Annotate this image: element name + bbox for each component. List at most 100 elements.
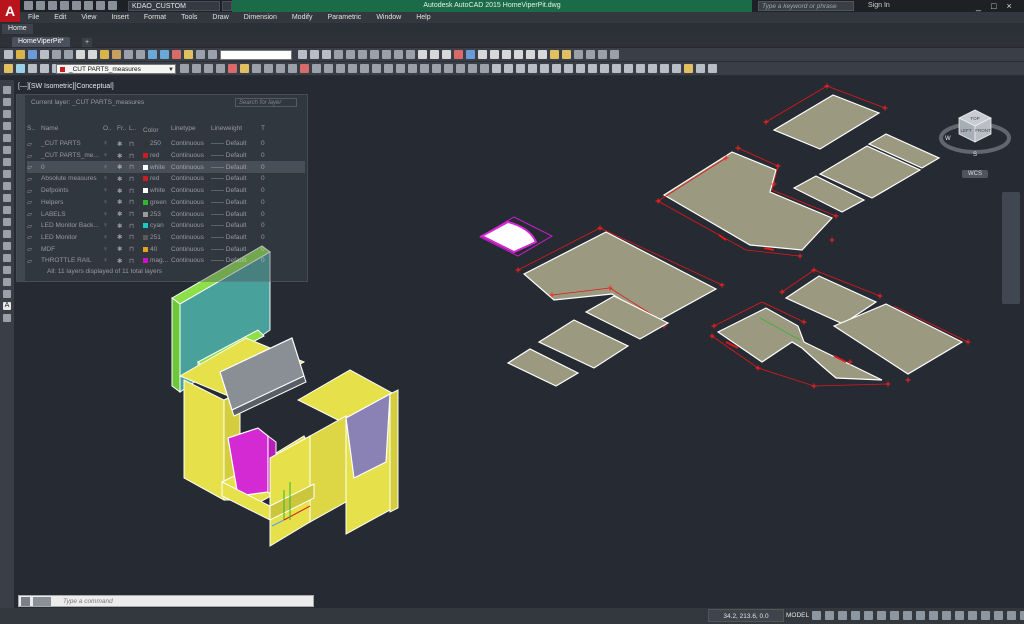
save-icon[interactable]: [48, 1, 57, 10]
cut-panel-l-shape-top[interactable]: [655, 145, 839, 259]
layer-linetype[interactable]: Continuous: [171, 246, 211, 253]
dim-linear-icon[interactable]: [492, 64, 501, 73]
layer-name[interactable]: _CUT PARTS: [41, 140, 103, 147]
dim-arc-icon[interactable]: [516, 64, 525, 73]
inspect-icon[interactable]: [672, 64, 681, 73]
layer-linetype[interactable]: Continuous: [171, 152, 211, 159]
dim-radius-icon[interactable]: [540, 64, 549, 73]
menu-insert[interactable]: Insert: [103, 12, 136, 23]
layer-status-icon[interactable]: ▱: [27, 210, 41, 218]
dim-continue-icon[interactable]: [612, 64, 621, 73]
properties-icon[interactable]: [172, 50, 181, 59]
save-as-icon[interactable]: [60, 1, 69, 10]
layer-linetype[interactable]: Continuous: [171, 140, 211, 147]
viewcube-top-label[interactable]: TOP: [970, 116, 979, 121]
pencil-icon[interactable]: [240, 64, 249, 73]
col-on[interactable]: O..: [103, 125, 117, 135]
layer-color[interactable]: red: [143, 175, 171, 182]
new-tab-button[interactable]: +: [82, 38, 92, 47]
new-icon[interactable]: [4, 50, 13, 59]
viewport-controls-label[interactable]: [—][SW Isometric][Conceptual]: [18, 83, 114, 90]
layer-lineweight[interactable]: —— Default: [211, 234, 261, 241]
layer-unisolate-icon[interactable]: [216, 64, 225, 73]
layer-status-icon[interactable]: ▱: [27, 175, 41, 183]
lock-icon[interactable]: ⊓: [129, 198, 143, 206]
layer-name[interactable]: THROTTLE RAIL: [41, 257, 103, 264]
layer-name[interactable]: Helpers: [41, 199, 103, 206]
mirror-icon[interactable]: [324, 64, 333, 73]
minimize-button[interactable]: _: [976, 0, 981, 12]
layer-status-icon[interactable]: ▱: [27, 257, 41, 265]
layer-color[interactable]: 40: [143, 246, 171, 253]
table-icon[interactable]: [3, 290, 11, 298]
layer-status-icon[interactable]: ▱: [27, 245, 41, 253]
spline-icon[interactable]: [3, 182, 11, 190]
move-icon[interactable]: [360, 64, 369, 73]
layer-status-icon[interactable]: ▱: [27, 198, 41, 206]
layer-color[interactable]: cyan: [143, 222, 171, 229]
model-space-button[interactable]: MODEL: [786, 610, 809, 622]
layer-color[interactable]: 251: [143, 234, 171, 241]
design-center-icon[interactable]: [184, 50, 193, 59]
layer-linetype[interactable]: Continuous: [171, 257, 211, 264]
quick-dim-icon[interactable]: [588, 64, 597, 73]
layer-status-icon[interactable]: ▱: [27, 187, 41, 195]
light-icon[interactable]: [550, 50, 559, 59]
ortho-icon[interactable]: [838, 611, 847, 620]
ucs-object-icon[interactable]: [370, 50, 379, 59]
share-icon[interactable]: [108, 1, 117, 10]
cabinet-3d-model[interactable]: [171, 245, 399, 547]
layer-linetype[interactable]: Continuous: [171, 211, 211, 218]
layer-status-icon[interactable]: ▱: [27, 152, 41, 160]
match-properties-icon[interactable]: [112, 50, 121, 59]
box-icon[interactable]: [478, 50, 487, 59]
sun-icon[interactable]: ✱: [117, 210, 129, 218]
sphere-icon[interactable]: [490, 50, 499, 59]
layer-row[interactable]: ▱ _CUT PARTS_me... ♀ ✱ ⊓ red Continuous —— Defa…: [27, 150, 305, 162]
workspace-switch-icon[interactable]: [955, 611, 964, 620]
walk-icon[interactable]: [598, 50, 607, 59]
layer-transparency[interactable]: 0: [261, 187, 265, 194]
polyline-tool-icon[interactable]: [3, 110, 11, 118]
transparency-icon[interactable]: [916, 611, 925, 620]
render-icon[interactable]: [466, 50, 475, 59]
layer-lineweight[interactable]: —— Default: [211, 211, 261, 218]
new-file-icon[interactable]: [24, 1, 33, 10]
layer-row[interactable]: ▱ 0 ♀ ✱ ⊓ white Continuous —— Default 0: [27, 161, 305, 174]
construction-line-icon[interactable]: [3, 98, 11, 106]
open-file-icon[interactable]: [36, 1, 45, 10]
copy-icon[interactable]: [88, 50, 97, 59]
layer-row[interactable]: ▱ _CUT PARTS ♀ ✱ ⊓ 250 Continuous —— Default 0: [27, 138, 305, 150]
autocad-app-icon[interactable]: A: [0, 0, 20, 22]
layer-name[interactable]: MDF: [41, 246, 103, 253]
lock-ui-icon[interactable]: [1007, 611, 1016, 620]
print-icon[interactable]: [72, 1, 81, 10]
layer-row[interactable]: ▱ THROTTLE RAIL ♀ ✱ ⊓ mag... Continuous —— Defa…: [27, 255, 305, 267]
layer-color[interactable]: green: [143, 199, 171, 206]
ucs-origin-icon[interactable]: [394, 50, 403, 59]
undo-icon[interactable]: [124, 50, 133, 59]
ellipse-icon[interactable]: [3, 194, 11, 202]
sun-icon[interactable]: [562, 50, 571, 59]
layer-panel-side-bar[interactable]: [17, 95, 25, 281]
region-icon[interactable]: [3, 278, 11, 286]
offset-icon[interactable]: [336, 64, 345, 73]
menu-draw[interactable]: Draw: [204, 12, 235, 23]
sun-icon[interactable]: ✱: [117, 198, 129, 206]
lightbulb-icon[interactable]: ♀: [103, 140, 117, 147]
make-block-icon[interactable]: [3, 230, 11, 238]
annotation-scale-icon[interactable]: [942, 611, 951, 620]
layer-manager-icon[interactable]: [40, 64, 49, 73]
col-status[interactable]: S..: [27, 125, 41, 135]
lightbulb-icon[interactable]: ♀: [103, 175, 117, 182]
sun-icon[interactable]: ✱: [117, 140, 129, 148]
ucs-world-icon[interactable]: [346, 50, 355, 59]
viewcube-front-label[interactable]: FRONT: [975, 128, 991, 133]
col-freeze[interactable]: Fr..: [117, 125, 129, 135]
layer-lineweight[interactable]: —— Default: [211, 222, 261, 229]
layer-lineweight[interactable]: —— Default: [211, 175, 261, 182]
sign-in-button[interactable]: Sign In: [868, 0, 890, 12]
sun-icon[interactable]: ✱: [117, 187, 129, 195]
visual-style-realistic-icon[interactable]: [442, 50, 451, 59]
material-icon[interactable]: [574, 50, 583, 59]
